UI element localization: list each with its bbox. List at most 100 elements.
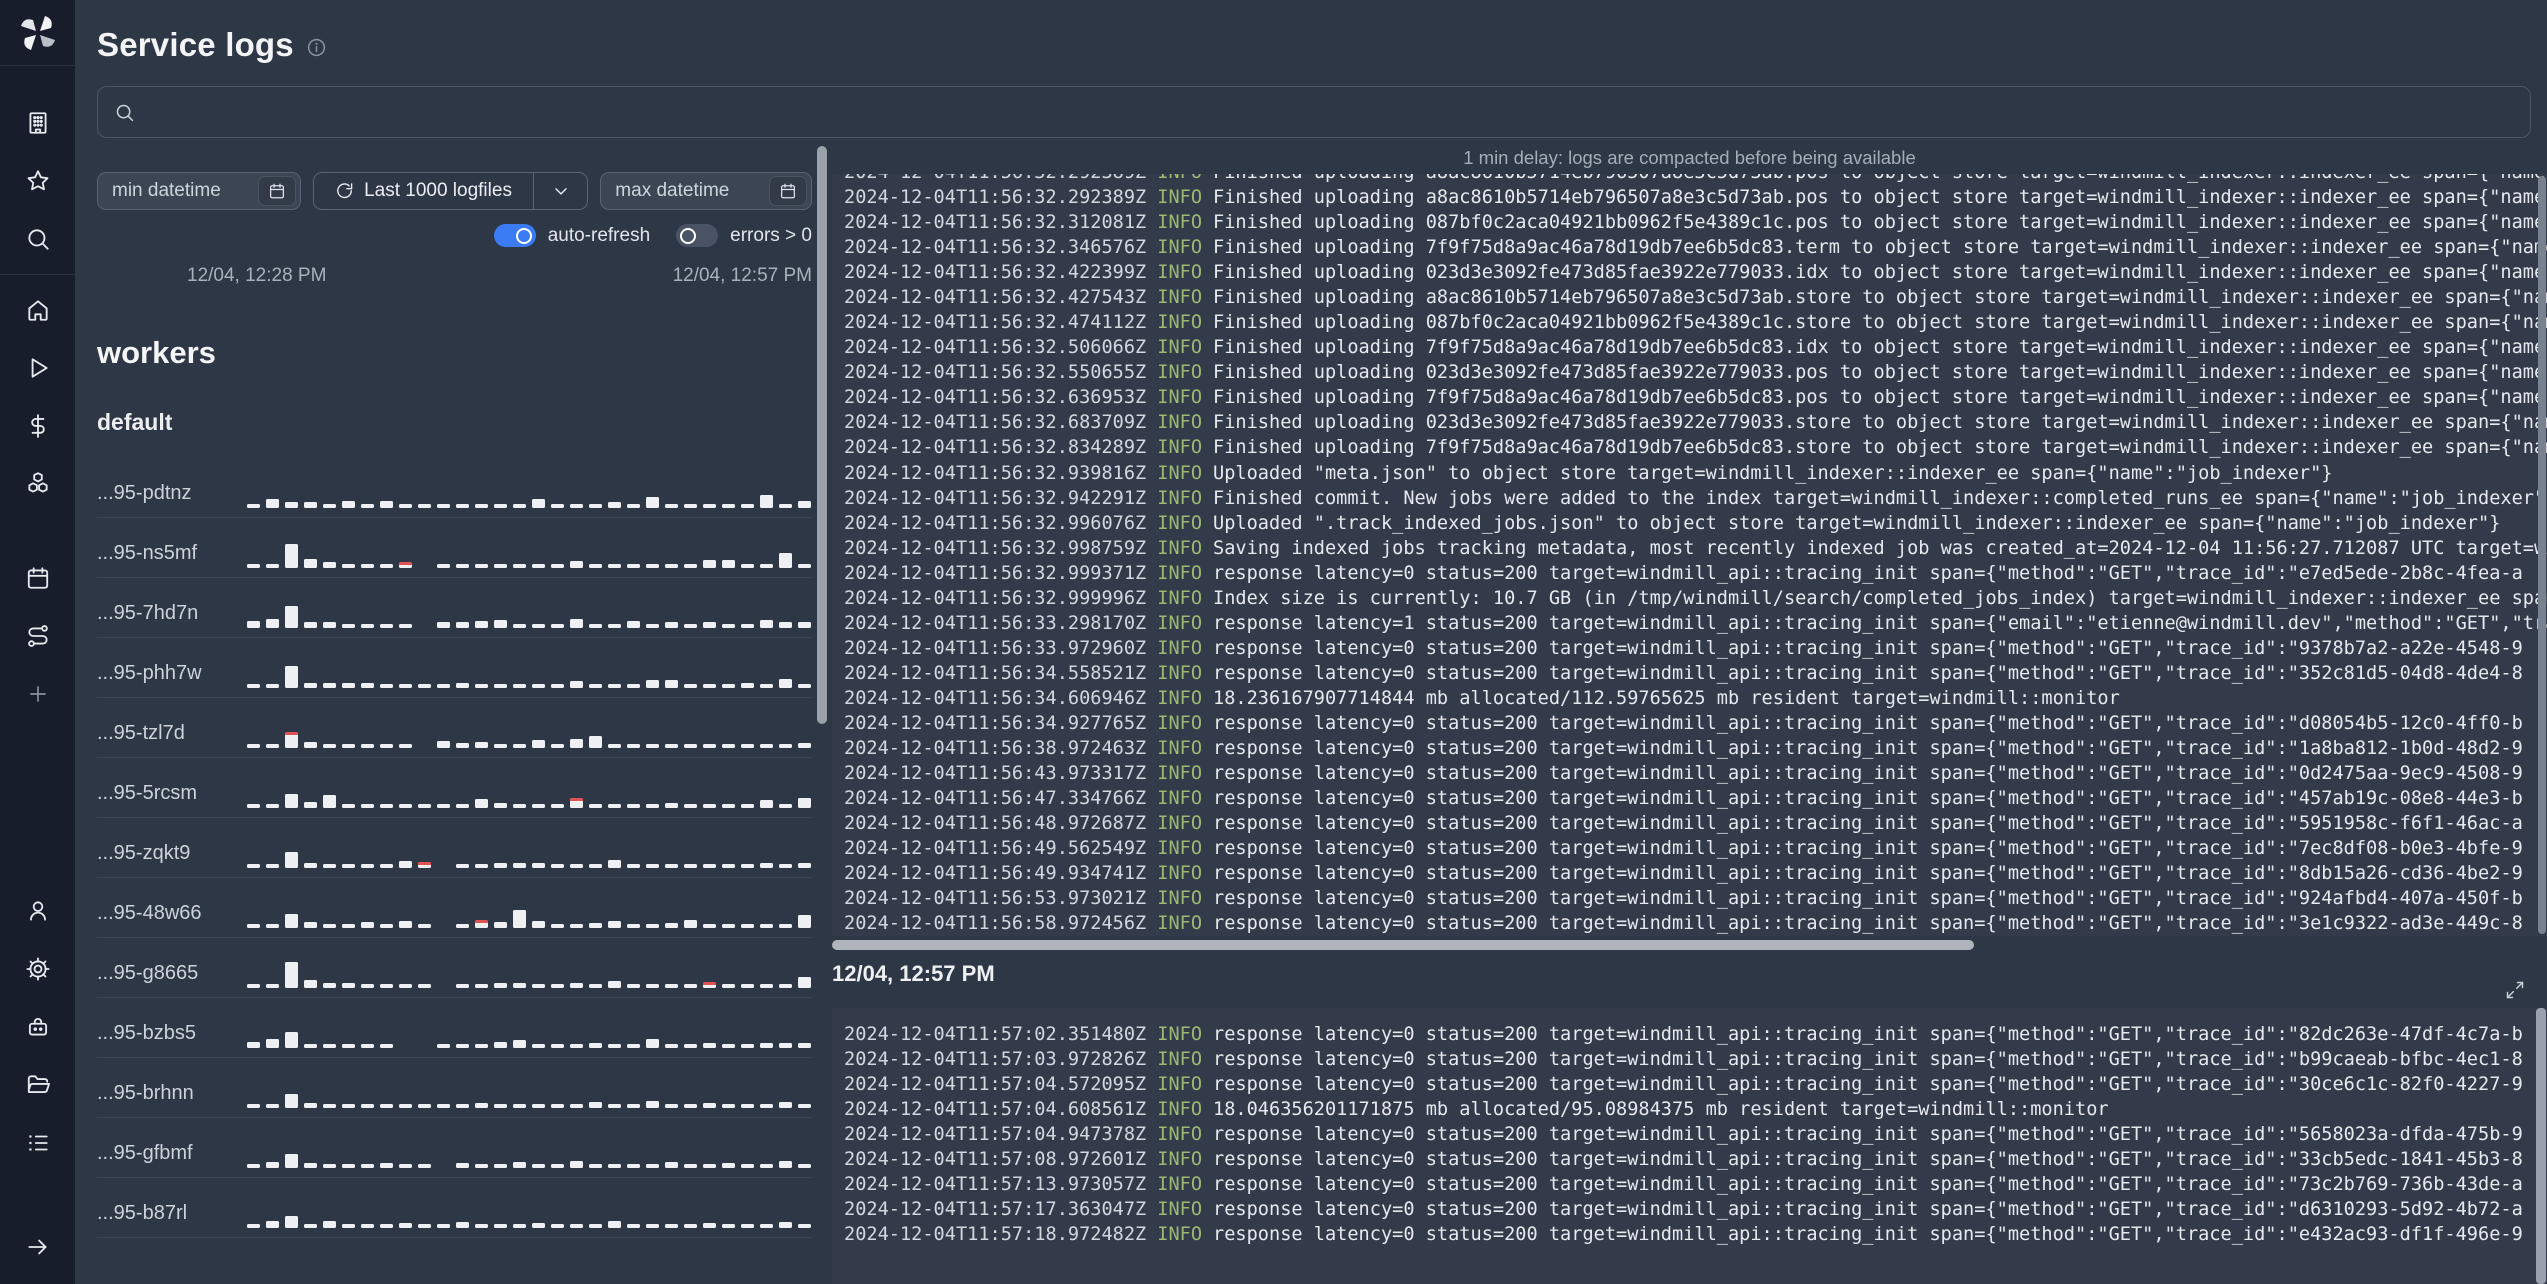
scrollbar-thumb[interactable] — [817, 146, 827, 724]
logfiles-refresh-button[interactable]: Last 1000 logfiles — [314, 173, 534, 209]
log-timestamp: 2024-12-04T11:56:34.558521Z — [844, 662, 1147, 684]
log-message: Finished uploading a8ac8610b5714eb796507… — [1213, 187, 2547, 208]
log-level: INFO — [1157, 487, 1203, 509]
worker-row[interactable]: ...95-pdtnz — [97, 458, 812, 518]
worker-activity-chart — [247, 1140, 812, 1168]
log-horizontal-scrollbar — [832, 940, 2547, 950]
log-message: response latency=0 status=200 target=win… — [1213, 662, 2523, 684]
worker-row[interactable]: ...95-b87rl — [97, 1178, 812, 1238]
log-message: Finished uploading 023d3e3092fe473d85fae… — [1213, 262, 2547, 284]
expand-button[interactable] — [2505, 980, 2525, 1000]
log-message: Finished uploading 087bf0c2aca04921bb096… — [1213, 212, 2547, 234]
log-vertical-scrollbar[interactable] — [2538, 176, 2546, 934]
cubes-icon — [27, 472, 48, 493]
worker-name: ...95-5rcsm — [97, 782, 198, 804]
sidebar-item-resources[interactable] — [0, 455, 75, 513]
worker-row[interactable]: ...95-tzl7d — [97, 698, 812, 758]
sidebar-item-user[interactable] — [0, 882, 75, 940]
log-timestamp: 2024-12-04T11:56:49.562549Z — [844, 838, 1147, 860]
worker-row[interactable]: ...95-phh7w — [97, 638, 812, 698]
log-timestamp: 2024-12-04T11:56:33.298170Z — [844, 612, 1147, 634]
log-message: Finished uploading a8ac8610b5714eb796507… — [1213, 287, 2547, 309]
max-datetime-field[interactable]: max datetime — [600, 172, 812, 210]
scrollbar-thumb[interactable] — [832, 940, 1974, 950]
min-datetime-field[interactable]: min datetime — [97, 172, 301, 210]
sidebar-item-runs[interactable] — [0, 339, 75, 397]
log-level: INFO — [1157, 174, 1202, 185]
log-row: 2024-12-04T11:57:04.608561Z INFO 18.0463… — [844, 1097, 2547, 1122]
log-row: 2024-12-04T11:57:04.572095Z INFO respons… — [844, 1072, 2547, 1097]
worker-activity-chart — [247, 480, 812, 508]
worker-name: ...95-gfbmf — [97, 1142, 193, 1164]
log-timestamp: 2024-12-04T11:56:32.292389Z — [844, 187, 1147, 208]
sidebar-item-workers[interactable] — [0, 998, 75, 1056]
log-timestamp: 2024-12-04T11:56:32.506066Z — [844, 337, 1147, 359]
sidebar-expand-button[interactable] — [0, 1218, 75, 1276]
log-message: response latency=0 status=200 target=win… — [1213, 637, 2523, 659]
log-row: 2024-12-04T11:56:32.292389Z INFO Finishe… — [844, 185, 2547, 210]
sidebar-item-variables[interactable] — [0, 397, 75, 455]
log-message: response latency=0 status=200 target=win… — [1213, 1199, 2523, 1221]
worker-row[interactable]: ...95-zqkt9 — [97, 818, 812, 878]
log-message: Finished uploading 7f9f75d8a9ac46a78d19d… — [1213, 237, 2547, 259]
sidebar-item-search[interactable] — [0, 210, 75, 268]
min-datetime-calendar-button[interactable] — [257, 176, 296, 206]
log-timestamp: 2024-12-04T11:56:32.474112Z — [844, 312, 1147, 334]
log-level: INFO — [1157, 687, 1203, 709]
sidebar-item-home[interactable] — [0, 281, 75, 339]
log-row: 2024-12-04T11:56:32.996076Z INFO Uploade… — [844, 511, 2547, 536]
log-vertical-scrollbar[interactable] — [2536, 1008, 2546, 1284]
errors-only-toggle[interactable] — [676, 224, 719, 247]
worker-row[interactable]: ...95-bzbs5 — [97, 998, 812, 1058]
log-level: INFO — [1157, 1174, 1203, 1196]
log-level: INFO — [1157, 1099, 1203, 1121]
sidebar-item-schedules[interactable] — [0, 549, 75, 607]
worker-row[interactable]: ...95-7hd7n — [97, 578, 812, 638]
auto-refresh-toggle[interactable] — [493, 224, 536, 247]
search-input[interactable] — [145, 101, 2514, 123]
worker-row[interactable]: ...95-ns5mf — [97, 518, 812, 578]
info-icon[interactable] — [306, 37, 327, 58]
log-timestamp: 2024-12-04T11:56:32.427543Z — [844, 287, 1147, 309]
play-icon — [31, 358, 48, 378]
worker-row[interactable]: ...95-brhnn — [97, 1058, 812, 1118]
search-bar[interactable] — [97, 86, 2531, 138]
worker-activity-chart — [247, 780, 812, 808]
list-icon — [28, 1135, 48, 1151]
log-row: 2024-12-04T11:56:32.422399Z INFO Finishe… — [844, 260, 2547, 285]
logfiles-dropdown-button[interactable] — [533, 173, 587, 209]
windmill-logo[interactable] — [0, 0, 75, 66]
building-icon — [28, 112, 47, 134]
log-row: 2024-12-04T11:56:34.927765Z INFO respons… — [844, 711, 2547, 736]
worker-name: ...95-g8665 — [97, 962, 199, 984]
log-row: 2024-12-04T11:56:32.683709Z INFO Finishe… — [844, 410, 2547, 435]
log-level: INFO — [1157, 312, 1203, 334]
sidebar-item-logs[interactable] — [0, 1114, 75, 1172]
log-message: response latency=0 status=200 target=win… — [1213, 738, 2523, 760]
log-level: INFO — [1157, 1199, 1203, 1221]
log-row: 2024-12-04T11:56:38.972463Z INFO respons… — [844, 736, 2547, 761]
log-level: INFO — [1157, 738, 1203, 760]
sidebar-item-workspace[interactable] — [0, 94, 75, 152]
log-level: INFO — [1157, 537, 1203, 559]
worker-row[interactable]: ...95-48w66 — [97, 878, 812, 938]
log-message: response latency=0 status=200 target=win… — [1213, 1074, 2523, 1096]
worker-row[interactable]: ...95-5rcsm — [97, 758, 812, 818]
log-row: 2024-12-04T11:56:32.998759Z INFO Saving … — [844, 536, 2547, 561]
log-timestamp: 2024-12-04T11:56:32.550655Z — [844, 362, 1147, 384]
worker-name: ...95-brhnn — [97, 1082, 194, 1104]
sidebar-item-add[interactable] — [0, 665, 75, 723]
worker-name: ...95-bzbs5 — [97, 1022, 196, 1044]
log-timestamp: 2024-12-04T11:56:32.292389Z — [844, 174, 1146, 185]
sidebar-item-folders[interactable] — [0, 1056, 75, 1114]
search-icon — [116, 104, 134, 121]
sidebar-item-favorites[interactable] — [0, 152, 75, 210]
log-row: 2024-12-04T11:57:17.363047Z INFO respons… — [844, 1197, 2547, 1222]
worker-row[interactable]: ...95-g8665 — [97, 938, 812, 998]
log-level: INFO — [1157, 362, 1203, 384]
sidebar-item-flows[interactable] — [0, 607, 75, 665]
sidebar-item-settings[interactable] — [0, 940, 75, 998]
max-datetime-calendar-button[interactable] — [769, 176, 807, 206]
worker-row[interactable]: ...95-gfbmf — [97, 1118, 812, 1178]
log-level: INFO — [1157, 212, 1203, 234]
